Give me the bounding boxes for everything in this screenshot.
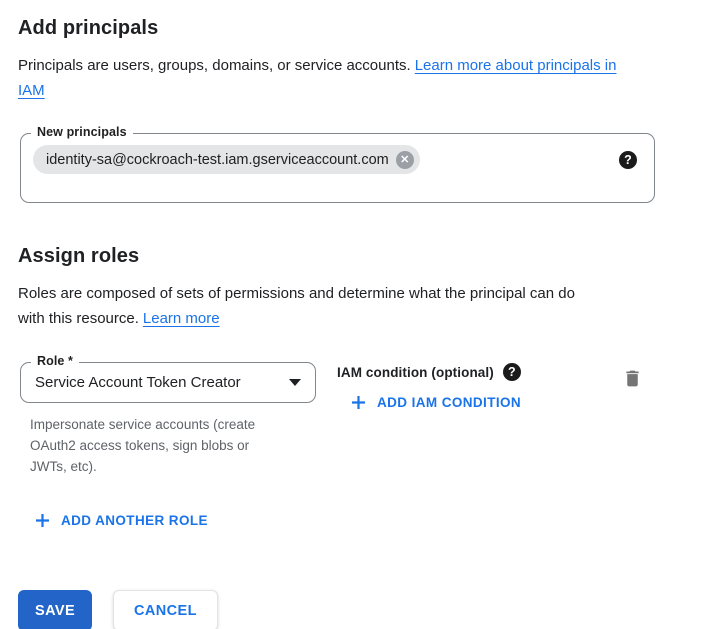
role-helper-text: Impersonate service accounts (create OAu… [30,414,274,477]
dialog-actions: SAVE CANCEL [18,590,695,629]
page-title: Add principals [18,16,695,40]
iam-condition-label: IAM condition (optional) [337,365,494,380]
trash-icon [622,367,643,390]
iam-condition-header: IAM condition (optional) ? [337,363,521,381]
role-selected-value: Service Account Token Creator [35,374,241,391]
delete-role-button[interactable] [622,367,643,393]
chip-remove-icon[interactable]: ✕ [396,151,414,169]
new-principals-help-icon[interactable]: ? [619,151,637,169]
add-iam-condition-label: ADD IAM CONDITION [377,395,521,410]
add-another-role-label: ADD ANOTHER ROLE [61,513,208,528]
principal-chip-value: identity-sa@cockroach-test.iam.gservicea… [46,152,389,168]
cancel-button[interactable]: CANCEL [113,590,218,629]
principal-chip: identity-sa@cockroach-test.iam.gservicea… [33,145,420,174]
role-column: Role * Service Account Token Creator Imp… [20,362,316,477]
chevron-down-icon [289,379,301,386]
add-principals-panel: Add principals Principals are users, gro… [0,0,713,629]
save-button[interactable]: SAVE [18,590,92,629]
learn-more-roles-link[interactable]: Learn more [143,310,220,327]
roles-description-text: Roles are composed of sets of permission… [18,285,575,327]
iam-condition-help-icon[interactable]: ? [503,363,521,381]
assign-roles-title: Assign roles [18,244,695,268]
principals-description: Principals are users, groups, domains, o… [18,53,640,103]
plus-icon [35,513,50,528]
iam-condition-column: IAM condition (optional) ? ADD IAM CONDI… [337,362,521,415]
roles-description: Roles are composed of sets of permission… [18,281,598,331]
role-row: Role * Service Account Token Creator Imp… [18,362,695,477]
principals-description-text: Principals are users, groups, domains, o… [18,57,411,74]
add-another-role-button[interactable]: ADD ANOTHER ROLE [35,513,208,528]
role-select[interactable]: Role * Service Account Token Creator [20,362,316,403]
new-principals-field[interactable]: New principals identity-sa@cockroach-tes… [20,133,655,203]
new-principals-label: New principals [31,125,133,139]
plus-icon [351,395,366,410]
add-iam-condition-button[interactable]: ADD IAM CONDITION [351,395,521,410]
role-label: Role * [31,354,79,368]
